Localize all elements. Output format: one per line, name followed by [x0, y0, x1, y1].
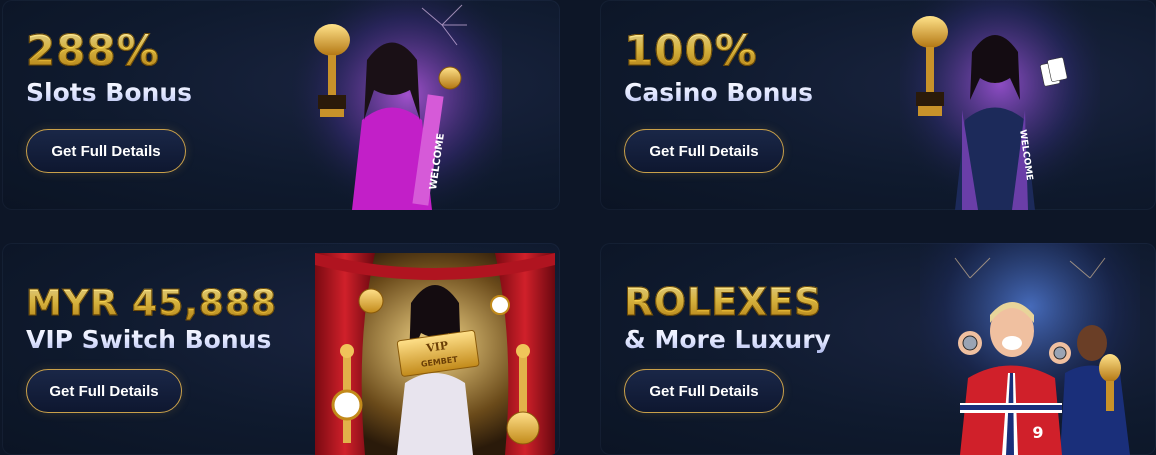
promo-card-vip[interactable]: MYR 45,888 VIP Switch Bonus Get Full Det… — [2, 243, 560, 455]
get-full-details-button[interactable]: Get Full Details — [624, 129, 784, 173]
promo-headline: 100% — [624, 26, 758, 75]
get-full-details-button[interactable]: Get Full Details — [26, 129, 186, 173]
promo-subline: Slots Bonus — [26, 78, 192, 107]
get-full-details-button[interactable]: Get Full Details — [26, 369, 182, 413]
get-full-details-button[interactable]: Get Full Details — [624, 369, 784, 413]
promo-card-casino[interactable]: 100% Casino Bonus Get Full Details WELCO… — [600, 0, 1156, 210]
promo-headline: MYR 45,888 — [25, 281, 277, 327]
promo-grid: 288% Slots Bonus Get Full Details WELCOM… — [0, 0, 1156, 455]
promo-subline: Casino Bonus — [624, 78, 814, 107]
promo-card-rolexes[interactable]: ROLEXES & More Luxury Get Full Details 9 — [600, 243, 1156, 455]
promo-card-slots[interactable]: 288% Slots Bonus Get Full Details WELCOM… — [2, 0, 560, 210]
jersey-number: 9 — [1032, 423, 1043, 442]
promo-headline: ROLEXES — [624, 280, 822, 325]
promo-image-football-players: 9 — [920, 243, 1140, 455]
promo-subline: & More Luxury — [624, 325, 831, 354]
promo-image-welcome-woman-cards: WELCOME — [900, 0, 1100, 210]
promo-subline: VIP Switch Bonus — [26, 325, 272, 354]
promo-image-welcome-woman-trophy: WELCOME — [292, 0, 502, 210]
promo-image-vip-woman-curtains: VIP GEMBET — [315, 243, 555, 455]
promo-headline: 288% — [26, 26, 160, 75]
